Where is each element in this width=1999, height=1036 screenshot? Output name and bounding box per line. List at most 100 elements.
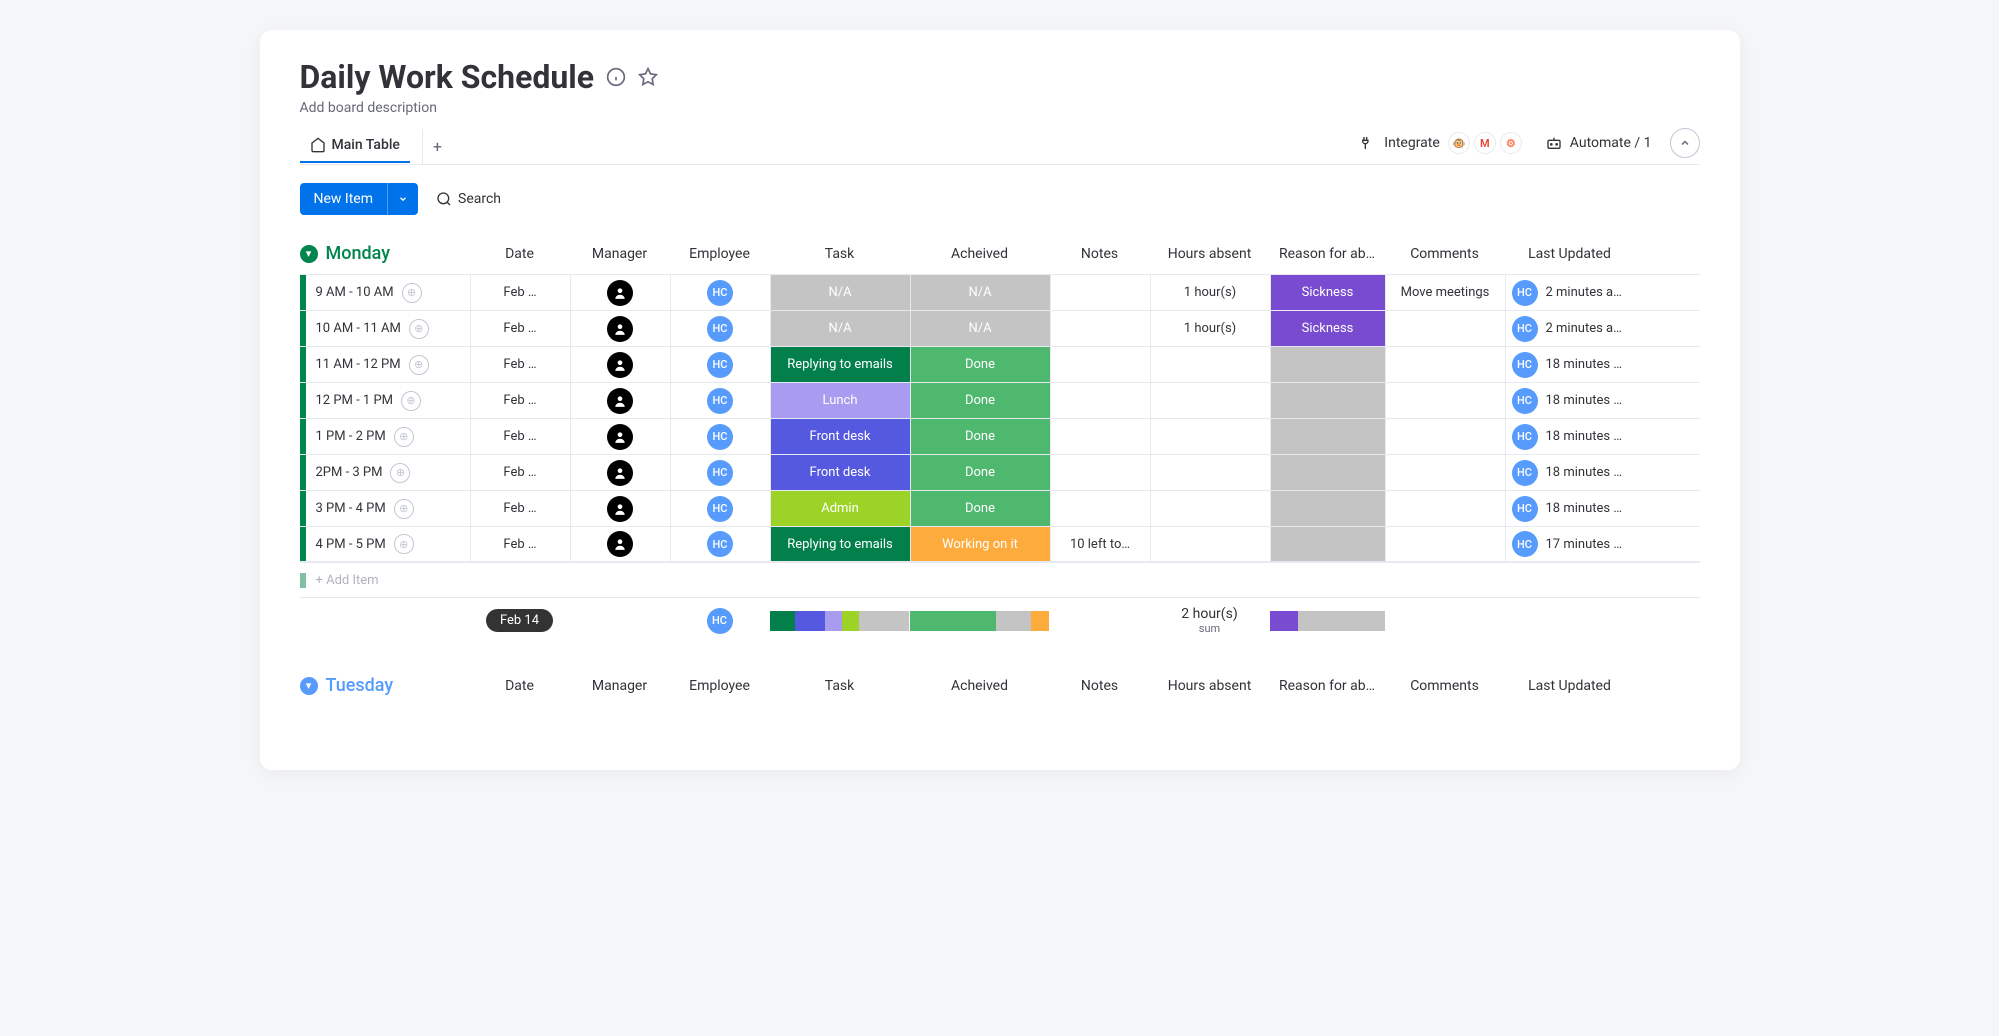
tab-main-table[interactable]: Main Table — [300, 129, 410, 163]
hours-absent-cell[interactable] — [1150, 383, 1270, 418]
task-cell[interactable]: N/A — [770, 275, 910, 310]
employee-cell[interactable]: HC — [670, 275, 770, 310]
expand-icon[interactable]: ⊕ — [409, 319, 429, 339]
last-updated-cell[interactable]: HC 2 minutes a… — [1505, 275, 1635, 310]
item-name-cell[interactable]: 9 AM - 10 AM ⊕ — [300, 275, 470, 310]
col-header-reason[interactable]: Reason for ab… — [1270, 246, 1385, 262]
col-header-achieved[interactable]: Acheived — [910, 246, 1050, 262]
item-name-cell[interactable]: 1 PM - 2 PM ⊕ — [300, 419, 470, 454]
hours-absent-cell[interactable] — [1150, 527, 1270, 561]
table-row[interactable]: 1 PM - 2 PM ⊕ Feb … HC Front desk Done H… — [300, 418, 1700, 454]
expand-icon[interactable]: ⊕ — [394, 499, 414, 519]
new-item-dropdown[interactable] — [387, 183, 418, 215]
table-row[interactable]: 3 PM - 4 PM ⊕ Feb … HC Admin Done HC 18 … — [300, 490, 1700, 526]
comments-cell[interactable] — [1385, 311, 1505, 346]
achieved-cell[interactable]: N/A — [910, 311, 1050, 346]
notes-cell[interactable]: 10 left to… — [1050, 527, 1150, 561]
add-item-button[interactable]: + Add Item — [300, 573, 470, 588]
notes-cell[interactable] — [1050, 275, 1150, 310]
date-cell[interactable]: Feb … — [470, 527, 570, 561]
col-header-date[interactable]: Date — [470, 678, 570, 694]
task-cell[interactable]: Front desk — [770, 419, 910, 454]
notes-cell[interactable] — [1050, 347, 1150, 382]
item-name-cell[interactable]: 12 PM - 1 PM ⊕ — [300, 383, 470, 418]
task-cell[interactable]: Front desk — [770, 455, 910, 490]
reason-cell[interactable]: Sickness — [1270, 275, 1385, 310]
col-header-hours-absent[interactable]: Hours absent — [1150, 678, 1270, 694]
comments-cell[interactable] — [1385, 347, 1505, 382]
notes-cell[interactable] — [1050, 491, 1150, 526]
last-updated-cell[interactable]: HC 18 minutes … — [1505, 491, 1635, 526]
last-updated-cell[interactable]: HC 18 minutes … — [1505, 419, 1635, 454]
manager-cell[interactable] — [570, 455, 670, 490]
new-item-button[interactable]: New Item — [300, 183, 388, 215]
expand-icon[interactable]: ⊕ — [401, 391, 421, 411]
board-description[interactable]: Add board description — [300, 100, 1700, 116]
comments-cell[interactable] — [1385, 383, 1505, 418]
achieved-cell[interactable]: Done — [910, 491, 1050, 526]
employee-cell[interactable]: HC — [670, 347, 770, 382]
col-header-comments[interactable]: Comments — [1385, 678, 1505, 694]
col-header-notes[interactable]: Notes — [1050, 246, 1150, 262]
reason-cell[interactable] — [1270, 383, 1385, 418]
item-name-cell[interactable]: 4 PM - 5 PM ⊕ — [300, 527, 470, 561]
task-cell[interactable]: N/A — [770, 311, 910, 346]
expand-icon[interactable]: ⊕ — [409, 355, 429, 375]
last-updated-cell[interactable]: HC 2 minutes a… — [1505, 311, 1635, 346]
table-row[interactable]: 4 PM - 5 PM ⊕ Feb … HC Replying to email… — [300, 526, 1700, 562]
reason-cell[interactable] — [1270, 419, 1385, 454]
date-cell[interactable]: Feb … — [470, 491, 570, 526]
comments-cell[interactable]: Move meetings — [1385, 275, 1505, 310]
date-cell[interactable]: Feb … — [470, 419, 570, 454]
task-cell[interactable]: Replying to emails — [770, 347, 910, 382]
manager-cell[interactable] — [570, 311, 670, 346]
item-name-cell[interactable]: 11 AM - 12 PM ⊕ — [300, 347, 470, 382]
reason-cell[interactable] — [1270, 527, 1385, 561]
comments-cell[interactable] — [1385, 527, 1505, 561]
reason-cell[interactable] — [1270, 491, 1385, 526]
reason-cell[interactable] — [1270, 455, 1385, 490]
manager-cell[interactable] — [570, 527, 670, 561]
hours-absent-cell[interactable]: 1 hour(s) — [1150, 275, 1270, 310]
employee-cell[interactable]: HC — [670, 311, 770, 346]
col-header-comments[interactable]: Comments — [1385, 246, 1505, 262]
manager-cell[interactable] — [570, 491, 670, 526]
notes-cell[interactable] — [1050, 419, 1150, 454]
notes-cell[interactable] — [1050, 455, 1150, 490]
collapse-button[interactable] — [1670, 128, 1700, 158]
hours-absent-cell[interactable] — [1150, 347, 1270, 382]
integrate-button[interactable]: Integrate 🐵 M ⚙ — [1354, 128, 1528, 158]
col-header-notes[interactable]: Notes — [1050, 678, 1150, 694]
col-header-last-updated[interactable]: Last Updated — [1505, 678, 1635, 694]
manager-cell[interactable] — [570, 383, 670, 418]
col-header-employee[interactable]: Employee — [670, 678, 770, 694]
add-tab-button[interactable]: + — [422, 129, 452, 164]
expand-icon[interactable]: ⊕ — [394, 427, 414, 447]
reason-cell[interactable]: Sickness — [1270, 311, 1385, 346]
expand-icon[interactable]: ⊕ — [390, 463, 410, 483]
employee-cell[interactable]: HC — [670, 455, 770, 490]
date-cell[interactable]: Feb … — [470, 383, 570, 418]
last-updated-cell[interactable]: HC 18 minutes … — [1505, 383, 1635, 418]
group-name-cell[interactable]: ▾ Monday — [300, 243, 470, 264]
expand-icon[interactable]: ⊕ — [402, 283, 422, 303]
automate-button[interactable]: Automate / 1 — [1540, 131, 1658, 155]
star-icon[interactable] — [638, 67, 658, 87]
achieved-cell[interactable]: Done — [910, 455, 1050, 490]
reason-cell[interactable] — [1270, 347, 1385, 382]
task-cell[interactable]: Replying to emails — [770, 527, 910, 561]
table-row[interactable]: 12 PM - 1 PM ⊕ Feb … HC Lunch Done HC 18… — [300, 382, 1700, 418]
table-row[interactable]: 10 AM - 11 AM ⊕ Feb … HC N/A N/A 1 hour(… — [300, 310, 1700, 346]
manager-cell[interactable] — [570, 275, 670, 310]
item-name-cell[interactable]: 2PM - 3 PM ⊕ — [300, 455, 470, 490]
achieved-cell[interactable]: Done — [910, 419, 1050, 454]
date-cell[interactable]: Feb … — [470, 275, 570, 310]
hours-absent-cell[interactable] — [1150, 419, 1270, 454]
comments-cell[interactable] — [1385, 491, 1505, 526]
group-name-cell[interactable]: ▾ Tuesday — [300, 675, 470, 696]
table-row[interactable]: 11 AM - 12 PM ⊕ Feb … HC Replying to ema… — [300, 346, 1700, 382]
task-cell[interactable]: Admin — [770, 491, 910, 526]
col-header-employee[interactable]: Employee — [670, 246, 770, 262]
last-updated-cell[interactable]: HC 18 minutes … — [1505, 347, 1635, 382]
notes-cell[interactable] — [1050, 383, 1150, 418]
